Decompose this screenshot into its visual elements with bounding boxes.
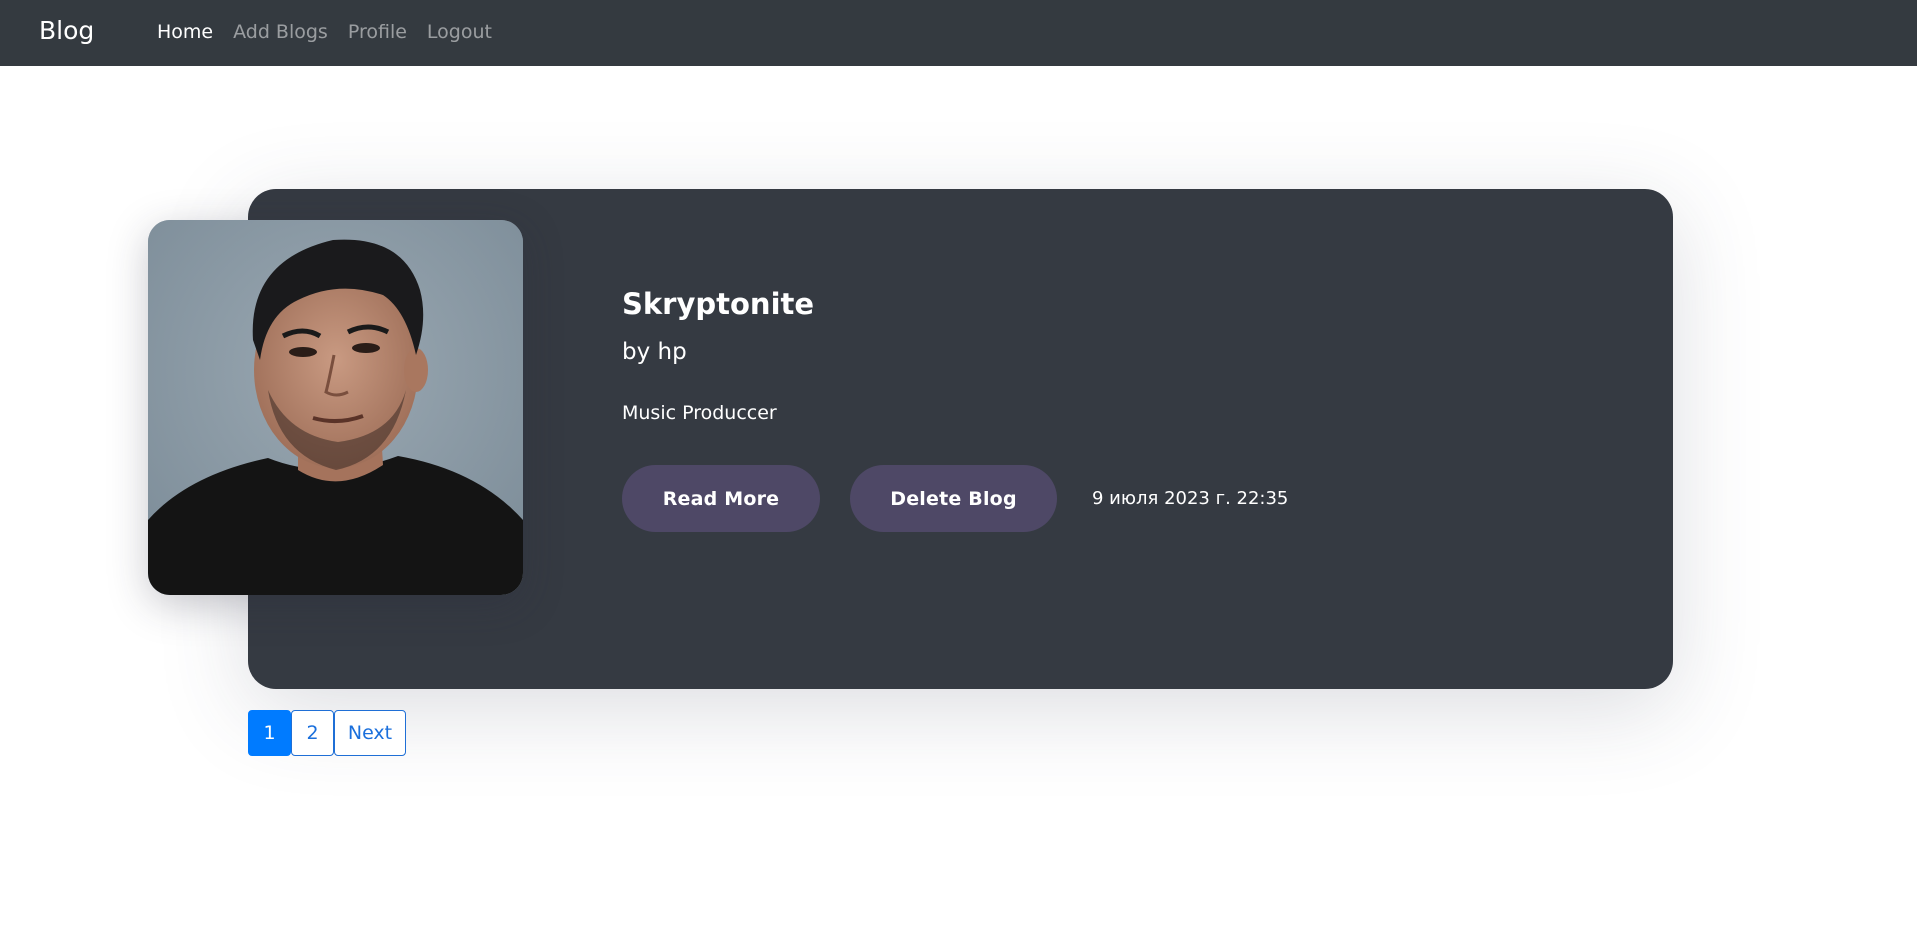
nav-logout-link[interactable]: Logout [427,20,492,44]
page-2-link[interactable]: 2 [291,710,334,756]
post-date: 9 июля 2023 г. 22:35 [1092,488,1289,509]
read-more-button[interactable]: Read More [622,465,820,532]
post-description: Music Produccer [622,402,777,424]
blog-post-image [148,220,523,595]
page-1-link[interactable]: 1 [248,710,291,756]
next-page-link[interactable]: Next [334,710,406,756]
portrait-illustration [148,220,523,595]
brand-link[interactable]: Blog [39,14,94,48]
top-navbar: Blog Home Add Blogs Profile Logout [0,0,1917,66]
post-title: Skryptonite [622,287,815,321]
pagination: 1 2 Next [248,710,406,756]
post-author: by hp [622,339,687,365]
nav-home-link[interactable]: Home [157,20,213,44]
nav-links: Home Add Blogs Profile Logout [157,20,492,44]
nav-add-blogs-link[interactable]: Add Blogs [233,20,328,44]
delete-blog-button[interactable]: Delete Blog [850,465,1057,532]
nav-profile-link[interactable]: Profile [348,20,407,44]
